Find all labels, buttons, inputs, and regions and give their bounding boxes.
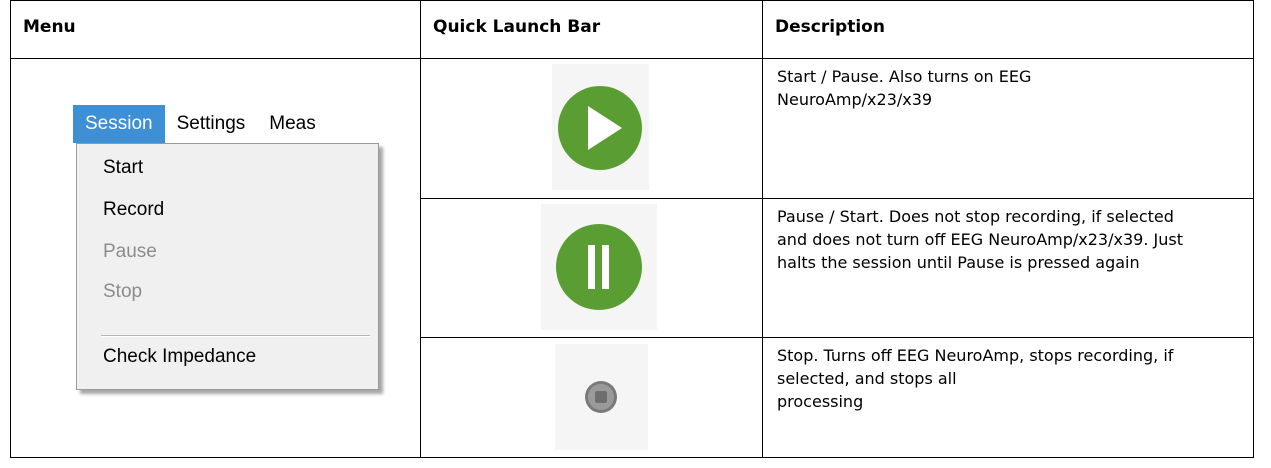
header-description: Description xyxy=(762,0,1254,59)
session-dropdown: Start Record Pause Stop Check Impedance xyxy=(76,143,379,390)
description-line: Pause / Start. Does not stop recording, … xyxy=(777,207,1174,226)
description-line: NeuroAmp/x23/x39 xyxy=(777,90,933,109)
menu-settings[interactable]: Settings xyxy=(165,105,258,143)
description-line: halts the session until Pause is pressed… xyxy=(777,253,1140,272)
quick-launch-cell-pause xyxy=(420,198,763,338)
play-icon[interactable] xyxy=(552,64,649,190)
header-quick-launch-label: Quick Launch Bar xyxy=(433,17,601,37)
description-line: selected, and stops all xyxy=(777,369,957,388)
description-line: and does not turn off EEG NeuroAmp/x23/x… xyxy=(777,230,1183,249)
header-description-label: Description xyxy=(775,17,885,37)
quick-launch-cell-stop xyxy=(420,337,763,458)
menu-item-pause: Pause xyxy=(103,241,157,262)
session-menu-screenshot: Session Settings Meas Start Record Pause… xyxy=(73,105,391,390)
play-button-frame xyxy=(552,64,649,190)
header-menu-label: Menu xyxy=(23,17,76,37)
menu-bar: Session Settings Meas xyxy=(73,105,391,143)
description-cell-stop: Stop. Turns off EEG NeuroAmp, stops reco… xyxy=(762,337,1254,458)
menu-item-stop: Stop xyxy=(103,281,143,302)
description-cell-start: Start / Pause. Also turns on EEG NeuroAm… xyxy=(762,58,1254,199)
menu-measure[interactable]: Meas xyxy=(257,105,315,143)
table-row: Session Settings Meas Start Record Pause… xyxy=(10,58,1254,458)
menu-item-start[interactable]: Start xyxy=(103,157,143,179)
header-menu: Menu xyxy=(10,0,421,59)
menu-separator xyxy=(101,335,370,337)
stop-button-frame xyxy=(555,344,648,450)
menu-session[interactable]: Session xyxy=(73,105,165,143)
menu-screenshot-cell: Session Settings Meas Start Record Pause… xyxy=(10,58,421,458)
description-line: Stop. Turns off EEG NeuroAmp, stops reco… xyxy=(777,346,1174,365)
menu-item-check-impedance[interactable]: Check Impedance xyxy=(103,346,256,368)
header-quick-launch: Quick Launch Bar xyxy=(420,0,763,59)
reference-table: Menu Quick Launch Bar Description Sessio… xyxy=(10,0,1254,458)
header-row: Menu Quick Launch Bar Description xyxy=(10,0,1254,59)
quick-launch-cell-start xyxy=(420,58,763,199)
pause-button-frame xyxy=(541,204,657,330)
stop-icon[interactable] xyxy=(555,344,648,450)
description-cell-pause: Pause / Start. Does not stop recording, … xyxy=(762,198,1254,338)
description-line: processing xyxy=(777,392,864,411)
pause-icon[interactable] xyxy=(541,204,657,330)
description-line: Start / Pause. Also turns on EEG xyxy=(777,67,1032,86)
menu-item-record[interactable]: Record xyxy=(103,199,164,221)
